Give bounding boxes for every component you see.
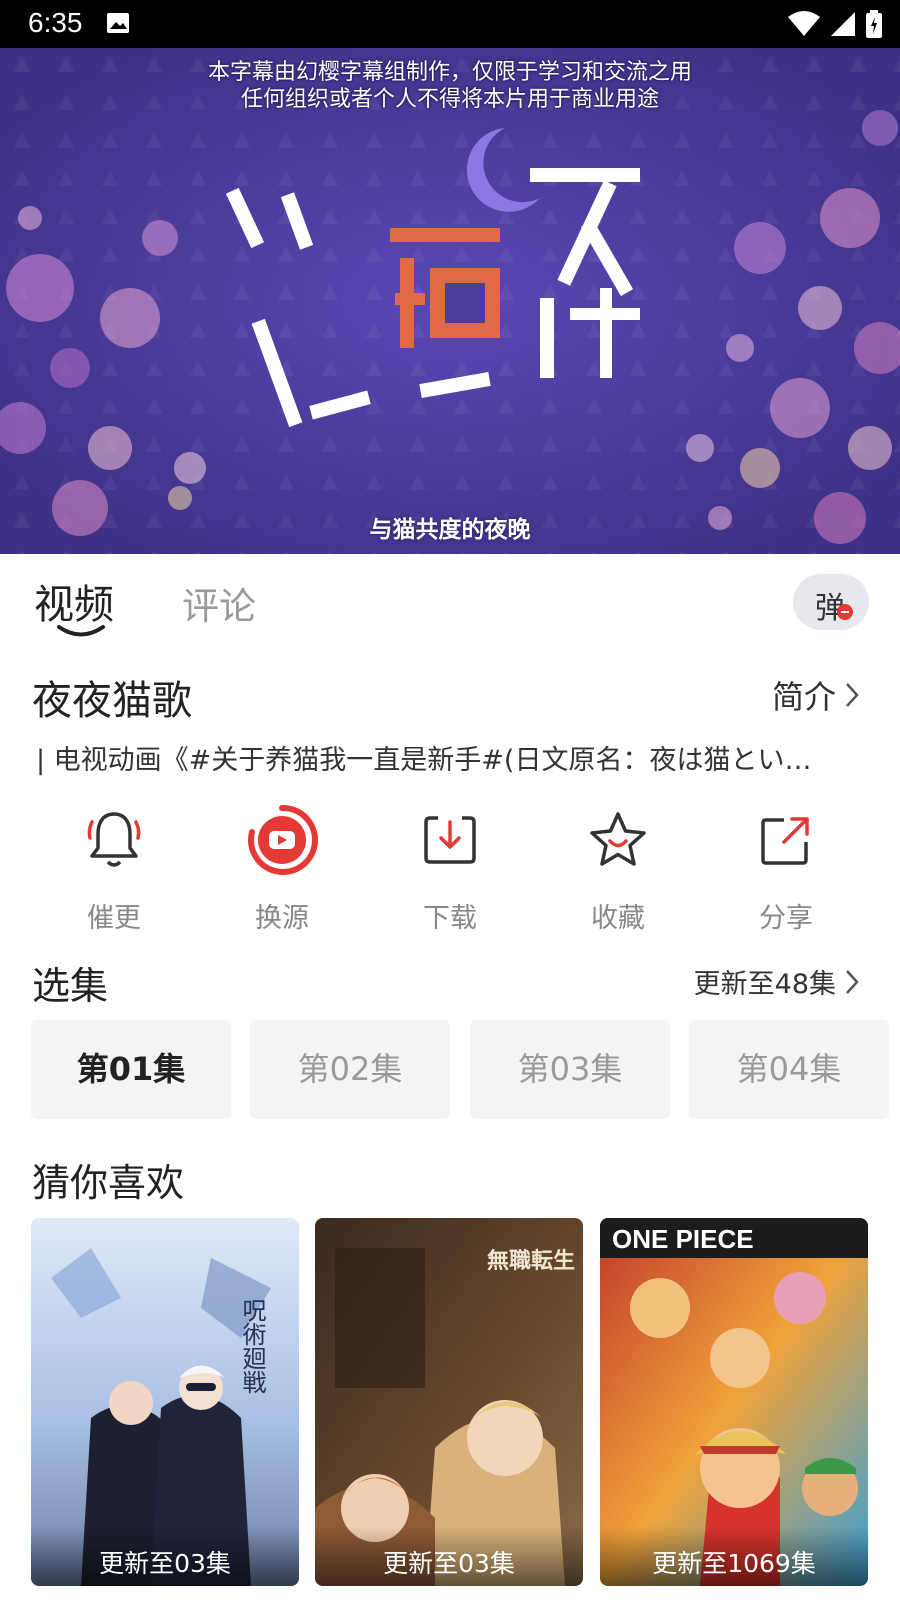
share-button[interactable]: 分享: [716, 800, 856, 935]
episode-item[interactable]: 第02集: [250, 1020, 450, 1119]
intro-label: 简介: [771, 678, 836, 716]
cover-artwork: [0, 48, 900, 554]
remind-update-label: 催更: [87, 903, 141, 934]
show-description[interactable]: | 电视动画《#关于养猫我一直是新手#(日文原名：夜は猫とい…: [36, 738, 866, 777]
download-button[interactable]: 下载: [380, 800, 520, 935]
update-badge-label: 更新至1069集: [652, 1549, 816, 1578]
update-badge: 更新至03集: [315, 1526, 583, 1586]
episode-item[interactable]: 第04集: [689, 1020, 889, 1119]
poster-title-glyphs: 無職転生: [487, 1248, 575, 1273]
cover-subtitle-line2: 任何组织或者个人不得将本片用于商业用途: [240, 87, 659, 112]
cover-tagline: 与猫共度的夜晚: [369, 517, 531, 543]
recommend-title: 猜你喜欢: [32, 1161, 185, 1205]
danmaku-toggle-button[interactable]: 弹: [793, 574, 869, 630]
star-icon: [548, 800, 688, 880]
episodes-title: 选集: [32, 964, 109, 1008]
battery-icon: [866, 10, 882, 42]
episode-item[interactable]: 第03集: [470, 1020, 670, 1119]
episodes-all-link[interactable]: 更新至48集: [694, 962, 860, 1001]
intro-link[interactable]: 简介: [772, 672, 860, 718]
tab-comments[interactable]: 评论: [182, 576, 256, 630]
download-label: 下载: [423, 903, 477, 934]
tab-active-indicator: [57, 625, 105, 637]
update-badge: 更新至1069集: [600, 1526, 868, 1586]
video-cover[interactable]: 本字幕由幻樱字幕组制作，仅限于学习和交流之用 任何组织或者个人不得将本片用于商业…: [0, 48, 900, 554]
signal-icon: [830, 11, 856, 41]
share-icon: [716, 800, 856, 880]
content-tabs: 视频 评论 弹: [0, 554, 900, 654]
danmaku-off-icon: [837, 604, 853, 620]
image-notification-icon: [106, 12, 130, 38]
switch-source-button[interactable]: 换源: [212, 800, 352, 935]
recommend-card[interactable]: 無職転生 更新至03集: [315, 1218, 583, 1586]
episodes-update-label: 更新至48集: [693, 969, 836, 1000]
show-title: 夜夜猫歌: [32, 678, 192, 724]
chevron-right-icon: [846, 969, 859, 994]
update-badge-label: 更新至03集: [99, 1549, 231, 1578]
bell-icon: [44, 800, 184, 880]
poster-title-glyphs: 呪術廻戦: [238, 1298, 266, 1394]
tab-video[interactable]: 视频: [34, 572, 114, 630]
favorite-label: 收藏: [591, 903, 645, 934]
episode-item[interactable]: 第01集: [31, 1020, 231, 1119]
play-source-icon: [212, 800, 352, 880]
status-bar: 6:35: [0, 0, 900, 48]
recommend-card[interactable]: 呪術廻戦 更新至03集: [31, 1218, 299, 1586]
favorite-button[interactable]: 收藏: [548, 800, 688, 935]
remind-update-button[interactable]: 催更: [44, 800, 184, 935]
action-row: 催更 换源 下载 收藏 分享: [0, 800, 900, 934]
status-time: 6:35: [28, 7, 83, 38]
recommend-card[interactable]: ONE PIECE 更新至1069集: [600, 1218, 868, 1586]
download-icon: [380, 800, 520, 880]
switch-source-label: 换源: [255, 903, 309, 934]
poster-title-glyphs: ONE PIECE: [612, 1224, 754, 1254]
wifi-icon: [788, 11, 820, 41]
share-label: 分享: [759, 903, 813, 934]
update-badge-label: 更新至03集: [383, 1549, 515, 1578]
update-badge: 更新至03集: [31, 1526, 299, 1586]
chevron-right-icon: [846, 683, 859, 707]
